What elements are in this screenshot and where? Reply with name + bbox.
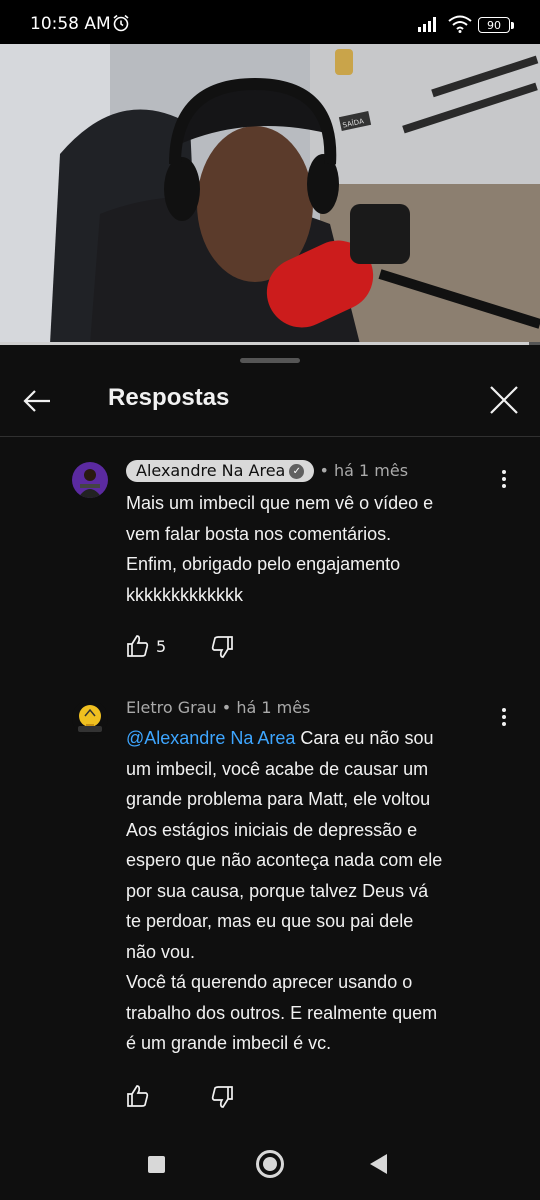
drag-handle[interactable] [240, 358, 300, 363]
comment-time: • há 1 mês [319, 461, 409, 480]
status-bar: 10:58 AM 90 [0, 0, 540, 44]
like-icon[interactable] [126, 1084, 150, 1108]
like-icon[interactable] [126, 634, 150, 658]
header-divider [0, 436, 540, 437]
signal-icon [418, 17, 436, 32]
close-icon[interactable] [488, 384, 520, 416]
comment-time: • há 1 mês [221, 698, 311, 717]
system-nav-bar [0, 1128, 540, 1200]
like-count: 5 [156, 637, 167, 656]
battery-indicator: 90 [478, 17, 514, 33]
alarm-icon [113, 14, 129, 32]
comment-meta: Alexandre Na Area ✓ • há 1 mês [126, 460, 408, 482]
home-icon[interactable] [256, 1150, 284, 1178]
video-frame: SAÍDA [0, 44, 540, 344]
mention-link[interactable]: @Alexandre Na Area [126, 728, 295, 748]
panel-header: Respostas [0, 370, 540, 434]
recents-icon[interactable] [148, 1156, 165, 1173]
comment-text: Mais um imbecil que nem vê o vídeo e vem… [126, 493, 434, 605]
avatar[interactable] [72, 462, 108, 498]
video-progress-bar[interactable] [0, 342, 540, 345]
panel-title: Respostas [108, 384, 230, 411]
comment-text: @Alexandre Na Area Cara eu não sou um im… [126, 723, 506, 1059]
verified-check-icon: ✓ [289, 464, 305, 479]
video-progress-fill [0, 342, 530, 345]
avatar[interactable] [72, 700, 108, 736]
dislike-icon[interactable] [210, 635, 234, 659]
author-name: Alexandre Na Area [136, 461, 286, 480]
video-player[interactable]: SAÍDA [0, 44, 540, 344]
comment-body: Cara eu não sou um imbecil, você acabe d… [126, 728, 443, 1053]
comment-meta: Eletro Grau • há 1 mês [126, 698, 310, 717]
status-time: 10:58 AM [30, 14, 111, 34]
replies-panel: Respostas Alexandre Na Area ✓ • há 1 mês … [0, 346, 540, 1200]
author-chip[interactable]: Alexandre Na Area ✓ [126, 460, 315, 482]
author-name[interactable]: Eletro Grau [126, 698, 217, 717]
dislike-icon[interactable] [210, 1085, 234, 1109]
wifi-icon [448, 15, 472, 33]
system-back-icon[interactable] [370, 1154, 387, 1174]
back-arrow-icon[interactable] [22, 386, 52, 416]
